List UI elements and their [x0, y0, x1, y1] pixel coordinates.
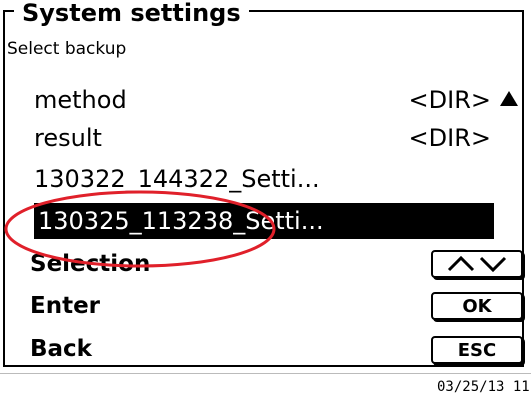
list-item-label: result	[34, 124, 102, 152]
selection-label: Selection	[30, 251, 151, 277]
dir-tag: <DIR>	[408, 124, 491, 152]
status-timestamp: 03/25/13 11:3	[437, 379, 531, 395]
list-item-result[interactable]: result	[34, 120, 102, 156]
page-title: System settings	[14, 0, 249, 26]
ok-button[interactable]: OK	[431, 292, 523, 320]
page-subtitle: Select backup	[7, 39, 127, 59]
list-item-label: method	[34, 86, 127, 114]
list-item-backup-file[interactable]: 130322_144322_Setti...	[34, 161, 320, 197]
dir-tag: <DIR>	[408, 86, 491, 114]
list-item-label: 130322_144322_Setti...	[34, 165, 320, 193]
back-label: Back	[30, 336, 92, 362]
list-item-backup-file-selected[interactable]: 130325_113238_Setti...	[34, 203, 494, 239]
selection-key[interactable]	[431, 250, 523, 278]
enter-label: Enter	[30, 293, 101, 319]
updown-arrows-icon	[447, 255, 507, 273]
list-item-method[interactable]: method	[34, 82, 127, 118]
list-item-label: 130325_113238_Setti...	[38, 207, 324, 235]
status-divider	[0, 373, 531, 374]
scroll-up-arrow-icon[interactable]	[500, 91, 518, 106]
esc-button[interactable]: ESC	[431, 336, 523, 364]
